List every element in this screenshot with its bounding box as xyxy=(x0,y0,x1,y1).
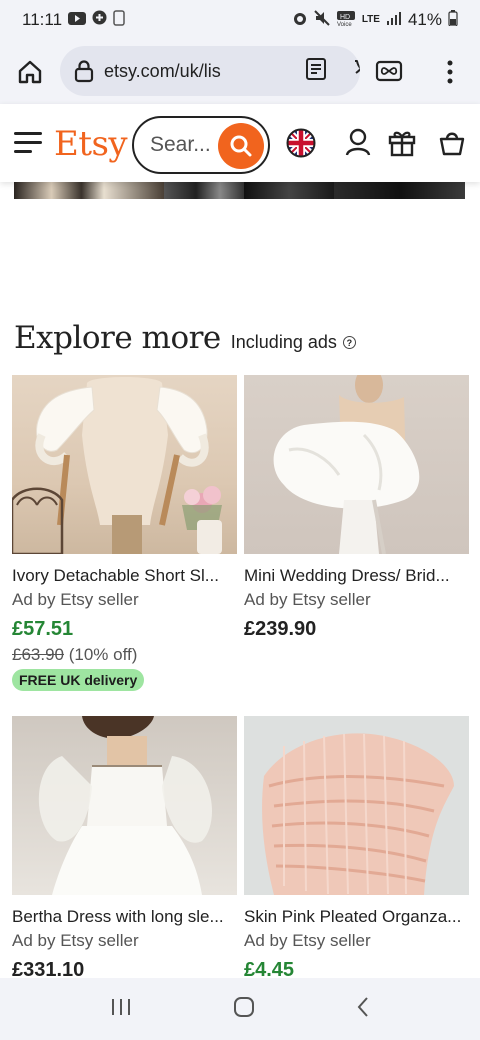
listing-title[interactable]: Skin Pink Pleated Organza... xyxy=(244,907,469,927)
status-bar: 11:11 HD Voice LTE 41% xyxy=(0,0,480,40)
app-icon xyxy=(92,10,107,30)
tabs-icon xyxy=(375,60,403,82)
listing-title[interactable]: Ivory Detachable Short Sl... xyxy=(12,566,237,586)
listing-card[interactable]: Bertha Dress with long sle... Ad by Etsy… xyxy=(12,716,237,982)
listing-image[interactable] xyxy=(244,375,469,554)
listing-title[interactable]: Bertha Dress with long sle... xyxy=(12,907,237,927)
discount-label: (10% off) xyxy=(68,645,138,664)
reader-mode-button[interactable] xyxy=(305,57,327,86)
basket-icon xyxy=(439,132,465,156)
ads-disclosure-label: Including ads xyxy=(230,332,337,352)
browser-menu-button[interactable] xyxy=(436,54,464,90)
battery-icon xyxy=(448,9,458,31)
search-button[interactable] xyxy=(218,123,264,169)
listing-image[interactable] xyxy=(244,716,469,895)
tabs-button[interactable] xyxy=(374,56,404,86)
back-icon xyxy=(357,996,368,1017)
help-icon[interactable]: ? xyxy=(342,336,356,349)
account-icon xyxy=(345,128,371,156)
ad-label: Ad by Etsy seller xyxy=(12,590,139,609)
ads-disclosure[interactable]: Including ads ? xyxy=(231,332,356,353)
recent-apps-icon xyxy=(112,998,131,1015)
explore-more-heading: Explore more Including ads ? xyxy=(14,320,356,356)
search-icon xyxy=(230,135,252,157)
listing-title[interactable]: Mini Wedding Dress/ Brid... xyxy=(244,566,469,586)
cart-button[interactable] xyxy=(438,127,466,162)
reader-icon xyxy=(306,57,326,80)
notification-icon xyxy=(113,9,125,31)
gift-button[interactable] xyxy=(387,127,417,162)
home-circle-icon xyxy=(233,996,254,1017)
signal-icon xyxy=(386,10,402,30)
recent-apps-button[interactable] xyxy=(110,997,132,1022)
url-text: etsy.com/uk/lis xyxy=(104,60,221,81)
status-time: 11:11 xyxy=(22,10,63,29)
account-button[interactable] xyxy=(344,127,372,162)
svg-text:Voice: Voice xyxy=(337,22,352,26)
listing-card[interactable]: Ivory Detachable Short Sl... Ad by Etsy … xyxy=(12,375,237,691)
listing-card[interactable]: Mini Wedding Dress/ Brid... Ad by Etsy s… xyxy=(244,375,469,641)
mute-icon xyxy=(314,9,330,31)
back-button[interactable] xyxy=(356,996,370,1023)
listing-image[interactable] xyxy=(12,375,237,554)
home-nav-button[interactable] xyxy=(233,996,255,1023)
more-vert-icon xyxy=(447,60,453,84)
system-navigation-bar xyxy=(0,978,480,1040)
youtube-icon xyxy=(68,10,87,30)
address-bar[interactable]: etsy.com/uk/lis xyxy=(60,46,360,96)
listing-price: £57.51 xyxy=(12,618,74,640)
ad-label: Ad by Etsy seller xyxy=(12,931,139,950)
original-price-row: £63.90 (10% off) xyxy=(12,645,237,665)
search-input[interactable]: Sear... xyxy=(132,116,270,174)
free-delivery-badge: FREE UK delivery xyxy=(12,669,145,691)
home-icon xyxy=(18,60,42,84)
uk-flag-icon xyxy=(286,128,316,158)
section-title: Explore more xyxy=(14,320,221,356)
translate-button[interactable] xyxy=(353,56,360,87)
menu-icon[interactable] xyxy=(14,132,42,154)
ad-label: Ad by Etsy seller xyxy=(244,931,371,950)
listing-image[interactable] xyxy=(12,716,237,895)
alarm-icon xyxy=(292,10,308,31)
battery-level: 41% xyxy=(407,10,442,29)
home-button[interactable] xyxy=(0,40,60,104)
listing-price: £239.90 xyxy=(244,618,317,640)
listing-card[interactable]: Skin Pink Pleated Organza... Ad by Etsy … xyxy=(244,716,469,982)
lock-icon xyxy=(74,60,94,83)
browser-toolbar: etsy.com/uk/lis xyxy=(0,40,480,104)
hd-voice-icon: HD Voice xyxy=(336,10,356,31)
region-button[interactable] xyxy=(286,128,316,163)
original-price: £63.90 xyxy=(12,645,64,664)
search-placeholder: Sear... xyxy=(150,133,211,156)
lte-icon: LTE xyxy=(361,14,380,25)
gift-icon xyxy=(388,131,416,157)
svg-text:HD: HD xyxy=(340,14,350,21)
etsy-logo[interactable]: Etsy xyxy=(54,124,128,164)
ad-label: Ad by Etsy seller xyxy=(244,590,371,609)
previous-listing-image[interactable] xyxy=(14,182,465,199)
translate-icon xyxy=(355,57,360,74)
